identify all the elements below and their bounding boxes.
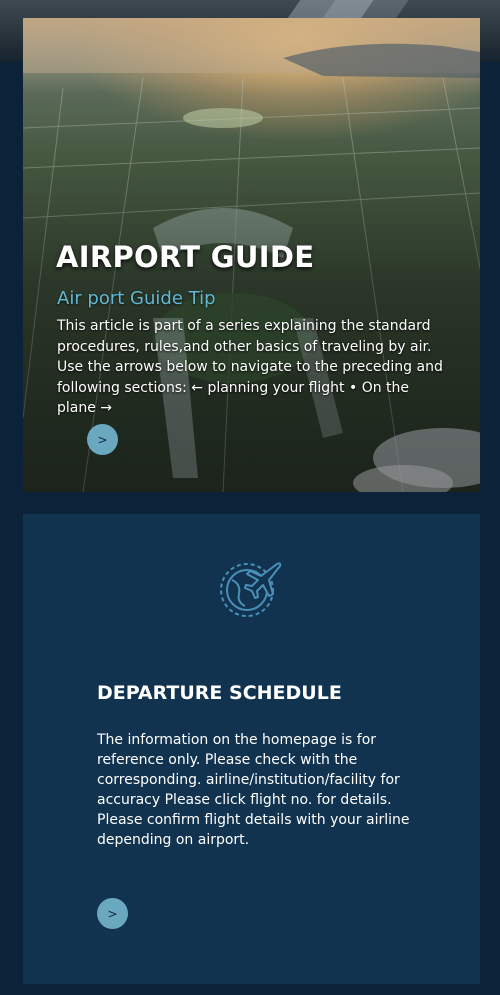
airport-guide-card: AIRPORT GUIDE Air port Guide Tip This ar…: [23, 18, 480, 492]
departure-schedule-card: DEPARTURE SCHEDULE The information on th…: [23, 514, 480, 984]
guide-description: This article is part of a series explain…: [57, 318, 443, 416]
departure-schedule-heading: DEPARTURE SCHEDULE: [97, 682, 342, 704]
departure-schedule-description: The information on the homepage is for r…: [97, 732, 410, 848]
globe-airplane-icon: [220, 562, 282, 617]
guide-subtitle: Air port Guide Tip: [57, 288, 216, 309]
departure-schedule-next-button[interactable]: >: [97, 898, 128, 929]
airport-guide-next-button[interactable]: >: [87, 424, 118, 455]
page-title: AIRPORT GUIDE: [56, 240, 315, 274]
